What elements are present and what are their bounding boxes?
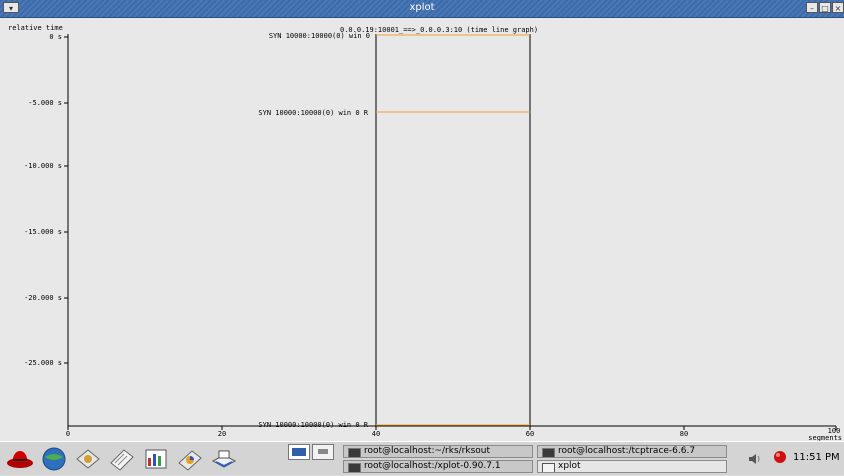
- y-tick-label: -15.000 s: [24, 228, 62, 236]
- x-axis-title: segments: [808, 434, 842, 441]
- plot-area[interactable]: relative time 0.0.0.19:10001_==>_0.0.0.3…: [0, 18, 844, 441]
- workspace-2[interactable]: [312, 444, 334, 460]
- workspace-1[interactable]: [288, 444, 310, 460]
- volume-icon[interactable]: [748, 450, 762, 464]
- taskbar: root@localhost:~/rks/rksout root@localho…: [0, 441, 844, 475]
- window-title: xplot: [409, 2, 435, 13]
- redhat-icon[interactable]: [6, 445, 34, 472]
- x-tick-label: 0: [66, 430, 70, 438]
- terminal-icon: [542, 448, 555, 457]
- y-tick-label: -25.000 s: [24, 359, 62, 367]
- event-label: SYN 10000:10000(0) win 0 R: [258, 109, 368, 117]
- window-titlebar[interactable]: ▾ xplot – □ ×: [0, 0, 844, 18]
- x-tick-label: 20: [218, 430, 226, 438]
- event-label: SYN 10000:10000(0) win 0 R: [258, 421, 368, 429]
- task-rksout[interactable]: root@localhost:~/rks/rksout: [343, 445, 533, 458]
- task-xplot[interactable]: xplot: [537, 460, 727, 473]
- spreadsheet-icon[interactable]: [142, 445, 170, 472]
- maximize-button[interactable]: □: [819, 2, 831, 13]
- clock[interactable]: 11:51 PM: [793, 452, 840, 463]
- y-ticks: 0 s -5.000 s -10.000 s -15.000 s -20.000…: [24, 33, 68, 367]
- x-tick-label: 100: [828, 427, 841, 435]
- print-icon[interactable]: [210, 445, 238, 472]
- browser-icon[interactable]: [40, 445, 68, 472]
- task-tcptrace[interactable]: root@localhost:/tcptrace-6.6.7: [537, 445, 727, 458]
- task-xplot-terminal[interactable]: root@localhost:/xplot-0.90.7.1: [343, 460, 533, 473]
- minimize-button[interactable]: –: [806, 2, 818, 13]
- x-tick-label: 40: [372, 430, 380, 438]
- x-tick-label: 60: [526, 430, 534, 438]
- y-tick-label: -5.000 s: [28, 99, 62, 107]
- writer-icon[interactable]: [108, 445, 136, 472]
- y-tick-label: -10.000 s: [24, 162, 62, 170]
- x-tick-label: 80: [680, 430, 688, 438]
- terminal-icon: [348, 448, 361, 457]
- y-axis-title: relative time: [8, 24, 63, 32]
- presentation-icon[interactable]: [176, 445, 204, 472]
- close-button[interactable]: ×: [832, 2, 844, 13]
- event-label: SYN 10000:10000(0) win 0: [269, 32, 370, 40]
- terminal-icon: [348, 463, 361, 472]
- mail-icon[interactable]: [74, 445, 102, 472]
- time-line-graph[interactable]: relative time 0.0.0.19:10001_==>_0.0.0.3…: [0, 18, 844, 441]
- x-ticks: 0 20 40 60 80 100: [66, 426, 840, 438]
- y-tick-label: -20.000 s: [24, 294, 62, 302]
- window-icon: [542, 463, 555, 472]
- update-alert-icon[interactable]: [773, 449, 787, 463]
- y-tick-label: 0 s: [49, 33, 62, 41]
